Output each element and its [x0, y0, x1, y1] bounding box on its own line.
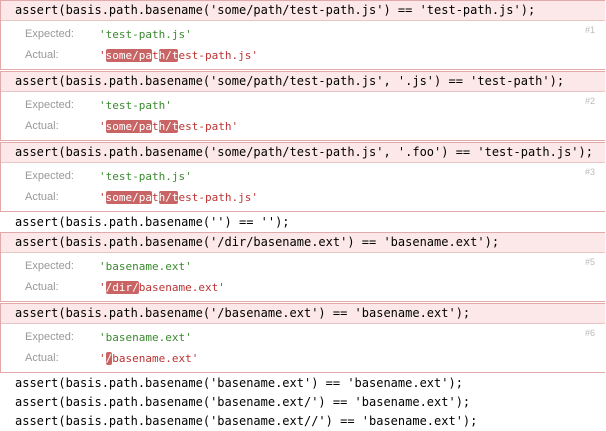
assertion-code: assert(basis.path.basename('/dir/basenam… [1, 233, 605, 253]
actual-label: Actual: [25, 352, 59, 364]
diff-text: est-path.js' [178, 191, 258, 204]
expected-row: Expected: 'basename.ext' [1, 327, 605, 348]
actual-row: Actual: 'some/path/test-path.js' [1, 187, 605, 208]
failed-assertion: assert(basis.path.basename('/basename.ex… [0, 303, 605, 373]
actual-value: 'some/path/test-path.js' [99, 45, 258, 66]
assertion-code: assert(basis.path.basename('some/path/te… [1, 1, 605, 21]
test-results-list: assert(basis.path.basename('some/path/te… [0, 0, 606, 431]
actual-row: Actual: 'some/path/test-path' [1, 116, 605, 137]
diff-text: ' [99, 352, 106, 365]
diff-highlight: h/t [158, 120, 179, 133]
diff-highlight: some/pa [105, 120, 152, 133]
passed-assertion: assert(basis.path.basename('basename.ext… [15, 395, 471, 409]
failed-assertion: assert(basis.path.basename('/dir/basenam… [0, 232, 605, 302]
assertion-details: #6 Expected:'basename.ext' Actual: '/basena… [1, 324, 605, 372]
actual-label: Actual: [25, 191, 59, 203]
assertion-code: assert(basis.path.basename('some/path/te… [1, 143, 605, 163]
actual-label: Actual: [25, 49, 59, 61]
expected-label: Expected: [25, 170, 74, 182]
actual-label: Actual: [25, 120, 59, 132]
diff-text: ' [99, 120, 106, 133]
expected-label: Expected: [25, 28, 74, 40]
expected-value: 'basename.ext' [99, 331, 192, 344]
expected-value: 'test-path' [99, 99, 172, 112]
passed-assertion: assert(basis.path.basename('') == ''); [15, 215, 290, 229]
assertion-details: #3 Expected:'test-path.js' Actual:'some/pa… [1, 163, 605, 211]
diff-text: t [151, 120, 159, 133]
actual-row: Actual: 'some/path/test-path.js' [1, 45, 605, 66]
expected-row: Expected: 'test-path.js' [1, 24, 605, 45]
diff-highlight: /dir/ [105, 281, 139, 294]
actual-value: 'some/path/test-path' [99, 116, 238, 137]
expected-label: Expected: [25, 99, 74, 111]
assertion-details: #5 Expected:'basename.ext' Actual: '/dir/ba… [1, 253, 605, 301]
actual-label: Actual: [25, 281, 59, 293]
assertion-details: #2 Expected:'test-path' Actual:'some/path/… [1, 92, 605, 140]
expected-row: Expected: 'test-path' [1, 95, 605, 116]
expected-row: Expected: 'basename.ext' [1, 256, 605, 277]
actual-value: 'some/path/test-path.js' [99, 187, 258, 208]
diff-highlight: h/t [158, 191, 179, 204]
expected-value: 'test-path.js' [99, 170, 192, 183]
passed-assertion: assert(basis.path.basename('basename.ext… [15, 376, 463, 390]
diff-text: basename.ext' [138, 281, 225, 294]
expected-label: Expected: [25, 331, 74, 343]
actual-row: Actual: '/dir/basename.ext' [1, 277, 605, 298]
diff-text: t [151, 191, 159, 204]
diff-text: est-path' [178, 120, 239, 133]
assertion-code: assert(basis.path.basename('some/path/te… [1, 72, 605, 92]
expected-value: 'test-path.js' [99, 28, 192, 41]
diff-text: ' [99, 281, 106, 294]
expected-label: Expected: [25, 260, 74, 272]
diff-highlight: some/pa [105, 191, 152, 204]
expected-value: 'basename.ext' [99, 260, 192, 273]
expected-row: Expected: 'test-path.js' [1, 166, 605, 187]
failed-assertion: assert(basis.path.basename('some/path/te… [0, 0, 605, 70]
diff-highlight: h/t [158, 49, 179, 62]
diff-text: est-path.js' [178, 49, 258, 62]
failed-assertion: assert(basis.path.basename('some/path/te… [0, 142, 605, 212]
diff-text: basename.ext' [112, 352, 199, 365]
diff-text: ' [99, 49, 106, 62]
passed-assertion: assert(basis.path.basename('basename.ext… [15, 414, 478, 428]
diff-highlight: some/pa [105, 49, 152, 62]
assertion-code: assert(basis.path.basename('/basename.ex… [1, 304, 605, 324]
actual-row: Actual: '/basename.ext' [1, 348, 605, 369]
actual-value: '/dir/basename.ext' [99, 277, 225, 298]
actual-value: '/basename.ext' [99, 348, 198, 369]
failed-assertion: assert(basis.path.basename('some/path/te… [0, 71, 605, 141]
assertion-details: #1 Expected:'test-path.js' Actual:'some/pa… [1, 21, 605, 69]
diff-text: ' [99, 191, 106, 204]
diff-text: t [151, 49, 159, 62]
